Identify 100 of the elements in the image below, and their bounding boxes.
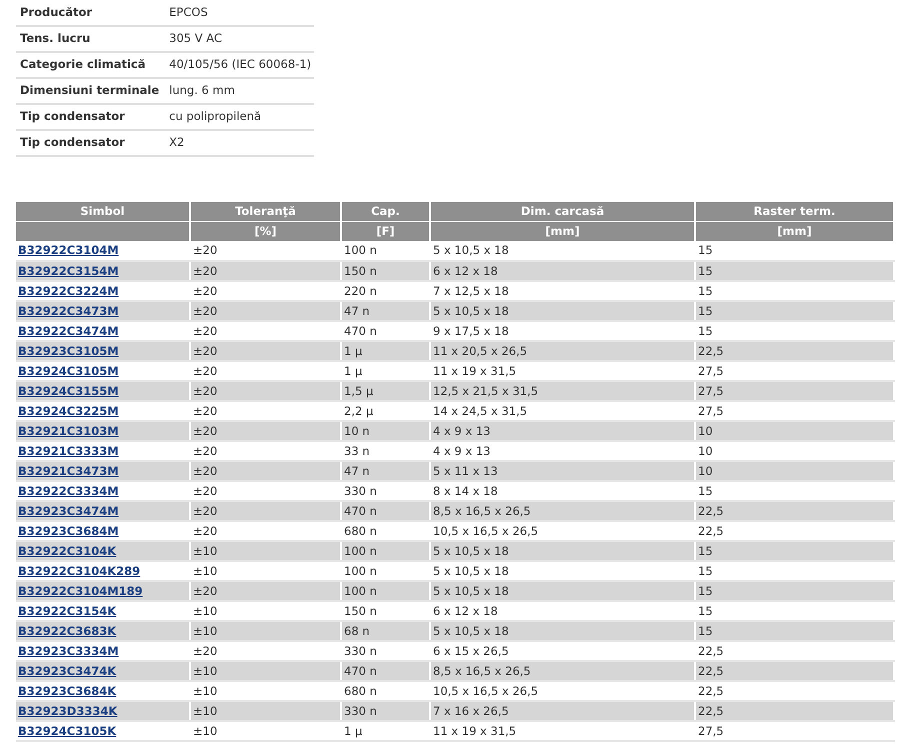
unit-header: [mm] bbox=[695, 222, 894, 240]
part-number-link[interactable]: B32923C3105M bbox=[18, 344, 119, 358]
column-header: Simbol bbox=[16, 202, 190, 222]
table-cell: ±20 bbox=[193, 524, 218, 538]
table-cell: 27,5 bbox=[698, 724, 724, 738]
table-cell: 5 x 11 x 13 bbox=[433, 464, 498, 478]
table-cell: 15 bbox=[698, 324, 713, 338]
table-cell: 15 bbox=[698, 624, 713, 638]
spec-value: EPCOS bbox=[169, 4, 208, 19]
table-cell: 22,5 bbox=[698, 704, 724, 718]
part-number-link[interactable]: B32923D3334K bbox=[18, 704, 118, 718]
part-number-link[interactable]: B32922C3104K289 bbox=[18, 564, 140, 578]
part-number-link[interactable]: B32922C3334M bbox=[18, 484, 119, 498]
table-cell: 330 n bbox=[344, 704, 377, 718]
part-number-link[interactable]: B32921C3103M bbox=[18, 424, 119, 438]
table-cell: 330 n bbox=[344, 484, 377, 498]
table-cell: 68 n bbox=[344, 624, 370, 638]
table-cell: ±20 bbox=[193, 364, 218, 378]
table-cell: 4 x 9 x 13 bbox=[433, 444, 490, 458]
table-cell: 22,5 bbox=[698, 684, 724, 698]
part-number-link[interactable]: B32923C3684K bbox=[18, 684, 116, 698]
part-number-link[interactable]: B32923C3474K bbox=[18, 664, 116, 678]
table-cell: 8,5 x 16,5 x 26,5 bbox=[433, 504, 531, 518]
spec-label: Tip condensator bbox=[20, 135, 125, 150]
table-cell: 15 bbox=[698, 484, 713, 498]
table-cell: 15 bbox=[698, 284, 713, 298]
table-cell: 10 n bbox=[344, 424, 370, 438]
part-number-link[interactable]: B32923C3334M bbox=[18, 644, 119, 658]
table-cell: 8 x 14 x 18 bbox=[433, 484, 498, 498]
table-cell: ±10 bbox=[193, 624, 218, 638]
spec-value: 40/105/56 (IEC 60068-1) bbox=[169, 57, 312, 72]
table-cell: 12,5 x 21,5 x 31,5 bbox=[433, 384, 538, 398]
table-cell: ±10 bbox=[193, 704, 218, 718]
part-number-link[interactable]: B32921C3473M bbox=[18, 464, 119, 478]
part-number-link[interactable]: B32923C3684M bbox=[18, 524, 119, 538]
table-cell: 5 x 10,5 x 18 bbox=[433, 544, 509, 558]
table-cell: 15 bbox=[698, 544, 713, 558]
column-header: Toleranţă bbox=[190, 202, 341, 222]
part-number-link[interactable]: B32922C3683K bbox=[18, 624, 116, 638]
table-cell: ±20 bbox=[193, 444, 218, 458]
part-number-link[interactable]: B32922C3104M189 bbox=[18, 584, 143, 598]
table-cell: 150 n bbox=[344, 264, 377, 278]
table-cell: ±20 bbox=[193, 324, 218, 338]
table-cell: 150 n bbox=[344, 604, 377, 618]
table-cell: 1 µ bbox=[344, 364, 362, 378]
part-number-link[interactable]: B32922C3473M bbox=[18, 304, 119, 318]
table-cell: 10 bbox=[698, 444, 713, 458]
table-cell: 14 x 24,5 x 31,5 bbox=[433, 404, 528, 418]
spec-value: cu polipropilenă bbox=[169, 109, 262, 124]
spec-value: X2 bbox=[169, 135, 184, 150]
table-cell: 22,5 bbox=[698, 524, 724, 538]
table-cell: ±20 bbox=[193, 484, 218, 498]
table-cell: 27,5 bbox=[698, 364, 724, 378]
table-cell: 100 n bbox=[344, 544, 377, 558]
table-cell: ±10 bbox=[193, 564, 218, 578]
table-cell: ±20 bbox=[193, 344, 218, 358]
table-cell: 10,5 x 16,5 x 26,5 bbox=[433, 524, 538, 538]
part-number-link[interactable]: B32922C3104K bbox=[18, 544, 116, 558]
table-cell: ±10 bbox=[193, 664, 218, 678]
part-number-link[interactable]: B32924C3105M bbox=[18, 364, 119, 378]
part-number-link[interactable]: B32922C3224M bbox=[18, 284, 119, 298]
table-cell: 5 x 10,5 x 18 bbox=[433, 624, 509, 638]
part-number-link[interactable]: B32922C3474M bbox=[18, 324, 119, 338]
part-number-link[interactable]: B32922C3154M bbox=[18, 264, 119, 278]
spec-label: Dimensiuni terminale bbox=[20, 83, 160, 98]
table-cell: 27,5 bbox=[698, 384, 724, 398]
part-number-link[interactable]: B32921C3333M bbox=[18, 444, 119, 458]
table-cell: 15 bbox=[698, 564, 713, 578]
part-number-link[interactable]: B32924C3155M bbox=[18, 384, 119, 398]
table-cell: 15 bbox=[698, 304, 713, 318]
table-cell: ±20 bbox=[193, 264, 218, 278]
table-cell: 15 bbox=[698, 243, 713, 257]
table-cell: ±20 bbox=[193, 384, 218, 398]
spec-label: Producător bbox=[20, 4, 92, 19]
table-cell: ±20 bbox=[193, 424, 218, 438]
table-cell: 100 n bbox=[344, 584, 377, 598]
table-cell: 1,5 µ bbox=[344, 384, 374, 398]
table-cell: ±10 bbox=[193, 724, 218, 738]
table-cell: 100 n bbox=[344, 243, 377, 257]
part-number-link[interactable]: B32924C3105K bbox=[18, 724, 116, 738]
table-cell: ±20 bbox=[193, 464, 218, 478]
table-cell: 11 x 19 x 31,5 bbox=[433, 724, 516, 738]
part-number-link[interactable]: B32922C3104M bbox=[18, 243, 119, 257]
part-number-link[interactable]: B32922C3154K bbox=[18, 604, 116, 618]
table-cell: 22,5 bbox=[698, 664, 724, 678]
table-cell: 10,5 x 16,5 x 26,5 bbox=[433, 684, 538, 698]
part-number-link[interactable]: B32924C3225M bbox=[18, 404, 119, 418]
table-cell: 470 n bbox=[344, 664, 377, 678]
table-cell: 15 bbox=[698, 584, 713, 598]
table-cell: 680 n bbox=[344, 684, 377, 698]
table-cell: 1 µ bbox=[344, 344, 362, 358]
table-cell: 47 n bbox=[344, 304, 370, 318]
table-cell: 9 x 17,5 x 18 bbox=[433, 324, 509, 338]
part-number-link[interactable]: B32923C3474M bbox=[18, 504, 119, 518]
table-cell: 15 bbox=[698, 264, 713, 278]
table-cell: 1 µ bbox=[344, 724, 362, 738]
table-cell: 330 n bbox=[344, 644, 377, 658]
table-cell: 5 x 10,5 x 18 bbox=[433, 584, 509, 598]
table-cell: ±20 bbox=[193, 404, 218, 418]
table-cell: 22,5 bbox=[698, 644, 724, 658]
